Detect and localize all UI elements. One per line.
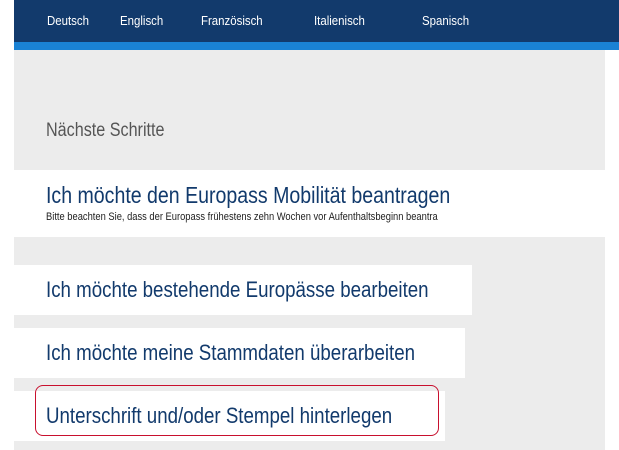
content-panel <box>14 50 605 450</box>
edit-master-data-card[interactable]: Ich möchte meine Stammdaten überarbeiten <box>14 328 465 378</box>
language-nav-accent-stripe <box>14 42 619 50</box>
language-link-deutsch[interactable]: Deutsch <box>47 13 89 29</box>
apply-mobility-card[interactable]: Ich möchte den Europass Mobilität beantr… <box>14 170 605 237</box>
edit-existing-link[interactable]: Ich möchte bestehende Europässe bearbeit… <box>46 277 429 303</box>
language-link-spanisch[interactable]: Spanisch <box>422 13 469 29</box>
apply-mobility-note: Bitte beachten Sie, dass der Europass fr… <box>46 211 438 223</box>
next-steps-heading: Nächste Schritte <box>46 120 165 141</box>
apply-mobility-link[interactable]: Ich möchte den Europass Mobilität beantr… <box>46 182 450 208</box>
language-link-franzoesisch[interactable]: Französisch <box>201 13 263 29</box>
language-link-italienisch[interactable]: Italienisch <box>314 13 365 29</box>
signature-stamp-link[interactable]: Unterschrift und/oder Stempel hinterlege… <box>46 403 392 429</box>
language-link-englisch[interactable]: Englisch <box>120 13 163 29</box>
edit-existing-card[interactable]: Ich möchte bestehende Europässe bearbeit… <box>14 265 472 315</box>
signature-stamp-card[interactable]: Unterschrift und/oder Stempel hinterlege… <box>14 391 445 441</box>
edit-master-data-link[interactable]: Ich möchte meine Stammdaten überarbeiten <box>46 340 415 366</box>
